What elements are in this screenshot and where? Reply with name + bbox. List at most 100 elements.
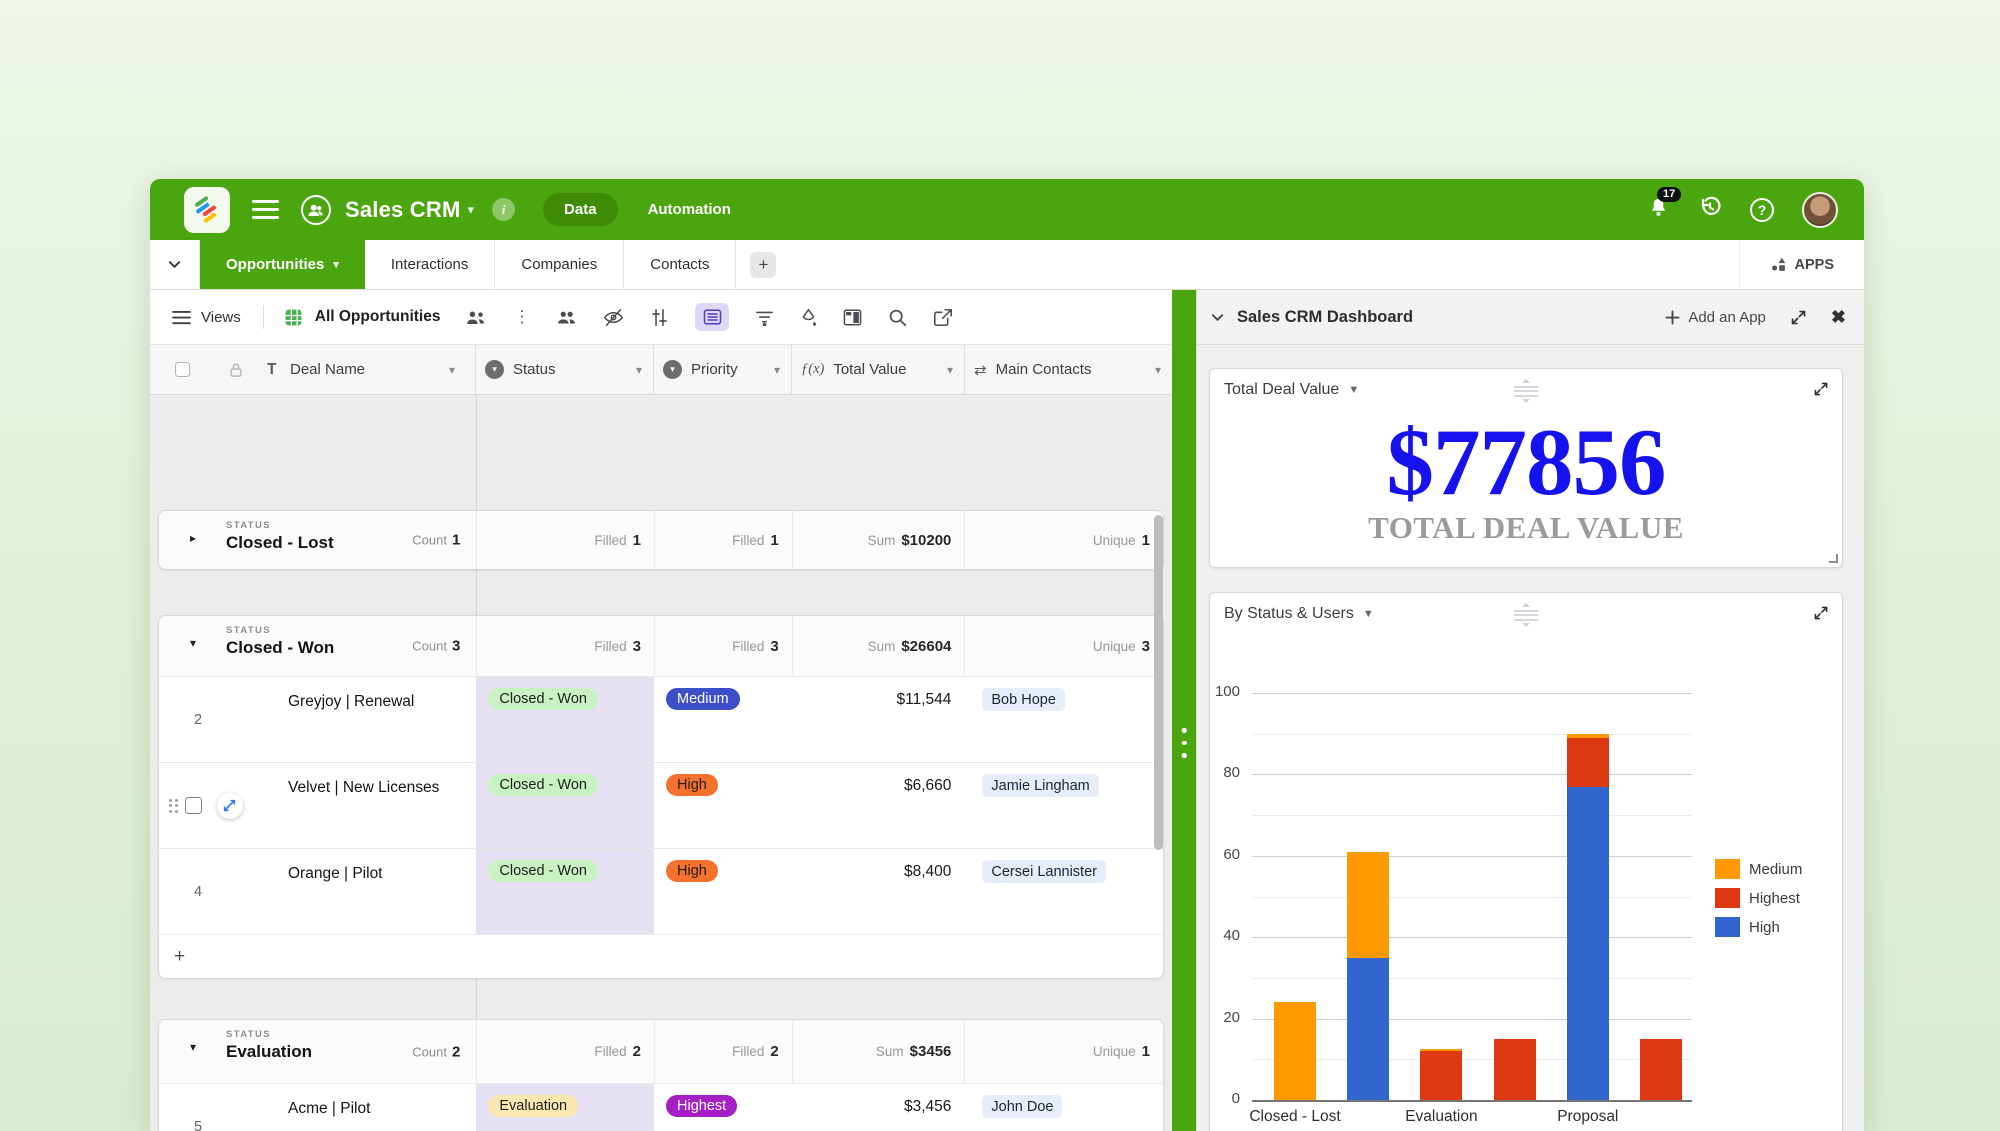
vertical-scrollbar[interactable] — [1154, 515, 1163, 850]
collapse-chevron-icon[interactable] — [1210, 310, 1225, 325]
priority-chip[interactable]: High — [666, 774, 718, 796]
hide-fields-button[interactable] — [603, 308, 624, 327]
group-rows-button[interactable] — [695, 303, 729, 331]
row-settings-button[interactable] — [650, 308, 669, 327]
menu-icon[interactable] — [252, 195, 279, 224]
widget-expand-icon[interactable] — [1813, 381, 1829, 402]
search-button[interactable] — [888, 308, 907, 327]
column-caret-icon[interactable]: ▾ — [636, 363, 642, 377]
contact-chip[interactable]: Jamie Lingham — [982, 774, 1098, 797]
nav-data-button[interactable]: Data — [543, 193, 618, 226]
bar-segment-medium[interactable] — [1420, 1049, 1462, 1051]
filter-button[interactable] — [755, 309, 774, 326]
bar-segment-highest[interactable] — [1640, 1039, 1682, 1100]
contact-chip[interactable]: Bob Hope — [982, 688, 1065, 711]
tabs-chevron-button[interactable] — [150, 240, 200, 289]
tab-companies[interactable]: Companies — [495, 240, 624, 289]
fill-color-button[interactable] — [800, 308, 817, 327]
add-an-app-button[interactable]: Add an App — [1665, 309, 1766, 326]
column-header-priority[interactable]: ▾ Priority ▾ — [654, 345, 792, 394]
nav-automation-button[interactable]: Automation — [648, 201, 731, 218]
column-header-total-value[interactable]: ƒ(x) Total Value ▾ — [792, 345, 965, 394]
bar-segment-highest[interactable] — [1494, 1039, 1536, 1100]
group-header[interactable]: ▾STATUSClosed - WonCount3Filled3Filled3S… — [159, 616, 1163, 676]
close-panel-icon[interactable]: ✖ — [1831, 307, 1846, 328]
bar-segment-highest[interactable] — [1567, 738, 1609, 787]
column-header-status[interactable]: ▾ Status ▾ — [476, 345, 654, 394]
bar-segment-medium[interactable] — [1567, 734, 1609, 738]
group-expand-icon[interactable]: ▾ — [190, 1040, 196, 1054]
group-stat-contacts: Unique1 — [964, 1020, 1163, 1083]
stackby-logo-icon[interactable] — [184, 187, 230, 233]
priority-chip[interactable]: Highest — [666, 1095, 737, 1117]
drag-handle-icon[interactable] — [169, 799, 178, 813]
deal-name-cell[interactable]: Orange | Pilot — [288, 849, 446, 886]
notifications-button[interactable]: 17 — [1647, 196, 1670, 224]
bar-segment-high[interactable] — [1567, 787, 1609, 1100]
priority-chip[interactable]: High — [666, 860, 718, 882]
base-title-caret-icon[interactable]: ▾ — [468, 202, 475, 218]
status-chip[interactable]: Closed - Won — [488, 860, 598, 882]
bar-segment-medium[interactable] — [1274, 1002, 1316, 1100]
row-checkbox[interactable] — [185, 797, 202, 814]
group-collapse-icon[interactable]: ▸ — [190, 531, 196, 545]
column-header-deal-name[interactable]: T Deal Name ▾ — [150, 345, 476, 394]
info-icon[interactable]: i — [492, 198, 515, 221]
table-row[interactable]: Velvet | New Licenses Closed - Won High $6,… — [159, 762, 1163, 848]
deal-name-cell[interactable]: Velvet | New Licenses — [288, 763, 446, 800]
status-chip[interactable]: Closed - Won — [488, 774, 598, 796]
help-button[interactable]: ? — [1750, 198, 1774, 222]
apps-button[interactable]: APPS — [1739, 240, 1865, 289]
contact-chip[interactable]: John Doe — [982, 1095, 1062, 1118]
table-row[interactable]: 5Acme | PilotEvaluationHighest$3,456John… — [159, 1083, 1163, 1131]
layout-button[interactable] — [843, 309, 862, 326]
column-header-main-contacts[interactable]: ⇄ Main Contacts ▾ — [965, 345, 1172, 394]
column-caret-icon[interactable]: ▾ — [947, 363, 953, 377]
share-view-button[interactable] — [933, 308, 953, 327]
bar-segment-high[interactable] — [1347, 958, 1389, 1100]
select-all-checkbox[interactable] — [175, 362, 190, 377]
view-collaborators-icon[interactable] — [466, 309, 487, 326]
priority-chip[interactable]: Medium — [666, 688, 740, 710]
table-row[interactable]: 4Orange | PilotClosed - WonHigh$8,400Cer… — [159, 848, 1163, 934]
group-header[interactable]: ▸STATUSClosed - LostCount1Filled1Filled1… — [159, 511, 1163, 569]
total-value-cell[interactable]: $8,400 — [792, 849, 965, 881]
view-options-kebab-icon[interactable]: ⋮ — [513, 307, 530, 327]
column-caret-icon[interactable]: ▾ — [774, 363, 780, 377]
widget-title-dropdown[interactable]: Total Deal Value ▼ — [1224, 381, 1359, 399]
expand-panel-icon[interactable] — [1790, 309, 1807, 326]
status-chip[interactable]: Closed - Won — [488, 688, 598, 710]
panel-resize-splitter[interactable] — [1172, 290, 1196, 1131]
widget-drag-handle-icon[interactable] — [1514, 379, 1538, 403]
text-type-icon: T — [267, 361, 276, 379]
deal-name-cell[interactable]: Greyjoy | Renewal — [288, 677, 446, 714]
bar-segment-medium[interactable] — [1347, 852, 1389, 958]
tab-contacts[interactable]: Contacts — [624, 240, 736, 289]
tab-interactions[interactable]: Interactions — [365, 240, 496, 289]
tab-opportunities[interactable]: Opportunities▾ — [200, 240, 365, 289]
widget-resize-handle[interactable] — [1829, 554, 1838, 563]
add-table-button[interactable]: + — [750, 252, 776, 278]
total-value-cell[interactable]: $11,544 — [792, 677, 965, 709]
column-caret-icon[interactable]: ▾ — [1155, 363, 1161, 377]
table-row[interactable]: 2Greyjoy | RenewalClosed - WonMedium$11,… — [159, 676, 1163, 762]
group-expand-icon[interactable]: ▾ — [190, 636, 196, 650]
expand-row-button[interactable] — [217, 793, 243, 819]
workspace-avatar-icon[interactable] — [301, 195, 331, 225]
total-value-cell[interactable]: $6,660 — [792, 763, 965, 795]
group-header[interactable]: ▾STATUSEvaluationCount2Filled2Filled2Sum… — [159, 1020, 1163, 1083]
contact-chip[interactable]: Cersei Lannister — [982, 860, 1106, 883]
total-value-cell[interactable]: $3,456 — [792, 1084, 965, 1116]
status-chip[interactable]: Evaluation — [488, 1095, 578, 1117]
column-caret-icon[interactable]: ▾ — [449, 363, 455, 377]
base-title[interactable]: Sales CRM — [345, 197, 461, 223]
history-button[interactable] — [1698, 195, 1722, 224]
collaborators-button[interactable] — [556, 309, 577, 326]
views-menu-button[interactable]: Views — [172, 309, 241, 326]
y-axis-tick-label: 60 — [1206, 846, 1240, 863]
add-row-in-group[interactable]: + — [159, 934, 1163, 978]
current-view[interactable]: All Opportunities — [284, 308, 441, 327]
bar-segment-highest[interactable] — [1420, 1051, 1462, 1100]
user-avatar[interactable] — [1802, 192, 1838, 228]
deal-name-cell[interactable]: Acme | Pilot — [288, 1084, 446, 1121]
